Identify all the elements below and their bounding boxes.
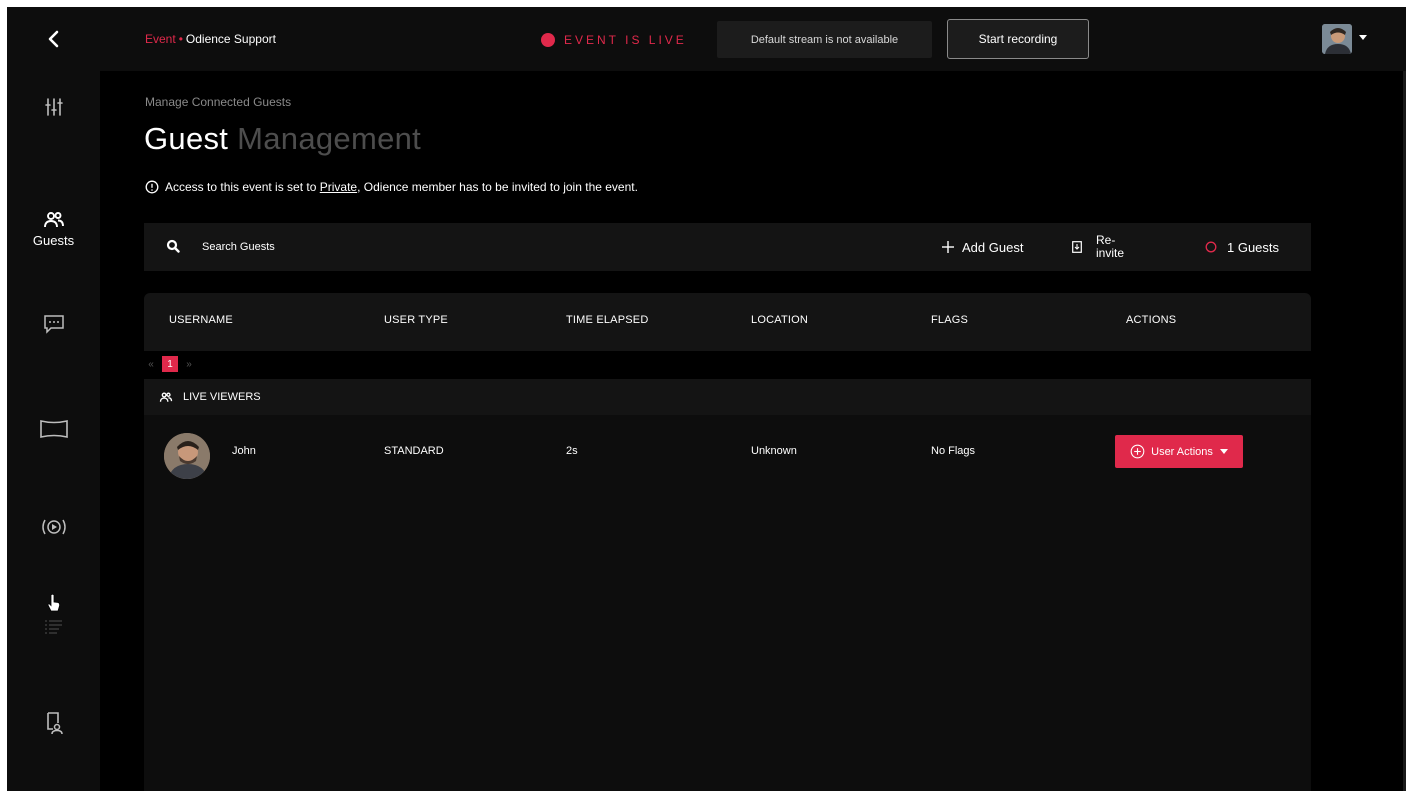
- search-icon: [166, 239, 180, 258]
- caret-down-icon[interactable]: [1359, 35, 1367, 40]
- plus-circle-icon: [1130, 444, 1145, 459]
- page-subtitle: Manage Connected Guests: [145, 95, 292, 109]
- page-title-primary: Guest: [144, 121, 229, 156]
- chat-icon: [43, 315, 64, 334]
- guest-username: John: [232, 445, 256, 457]
- plus-icon: [942, 241, 954, 253]
- main-content: Manage Connected Guests Guest Management…: [100, 71, 1406, 791]
- pagination-next[interactable]: »: [182, 359, 196, 370]
- reinvite-label: Re-invite: [1096, 233, 1125, 260]
- search-input[interactable]: [202, 237, 502, 257]
- group-header-live-viewers: LIVE VIEWERS: [144, 379, 1311, 415]
- users-icon: [43, 212, 64, 228]
- notice-text-before: Access to this event is set to: [165, 180, 317, 194]
- reinvite-icon: [1072, 241, 1082, 253]
- group-label: LIVE VIEWERS: [183, 391, 261, 403]
- sidebar-item-label: Guests: [32, 233, 75, 248]
- sidebar-item-chat[interactable]: [7, 314, 100, 334]
- pagination: « 1 »: [144, 353, 196, 375]
- notice-text-after: , Odience member has to be invited to jo…: [357, 180, 638, 194]
- caret-down-icon: [1219, 449, 1228, 454]
- privacy-setting-link[interactable]: Private: [320, 179, 357, 195]
- user-actions-label: User Actions: [1151, 445, 1213, 458]
- guest-location: Unknown: [751, 445, 797, 457]
- sidebar-item-device[interactable]: [7, 711, 100, 735]
- column-header-actions: ACTIONS: [1126, 314, 1177, 326]
- sidebar: Guests: [7, 71, 100, 791]
- page-title-secondary: Management: [237, 121, 422, 156]
- user-actions-button[interactable]: User Actions: [1115, 435, 1243, 468]
- guest-avatar: [164, 433, 210, 479]
- guest-user-type: STANDARD: [384, 445, 444, 457]
- broadcast-icon: [41, 519, 66, 535]
- sidebar-item-controls[interactable]: [7, 97, 100, 117]
- breadcrumb: Event • Odience Support: [145, 31, 276, 47]
- column-header-username[interactable]: USERNAME: [169, 314, 233, 326]
- user-avatar[interactable]: [1322, 24, 1352, 54]
- guest-avatar-image: [164, 433, 210, 479]
- live-indicator-dot: [541, 33, 555, 47]
- guest-time-elapsed: 2s: [566, 445, 578, 457]
- start-recording-button[interactable]: Start recording: [947, 19, 1089, 59]
- breadcrumb-separator: •: [178, 32, 183, 46]
- page-title: Guest Management: [144, 119, 421, 159]
- sidebar-item-screens[interactable]: [7, 419, 100, 439]
- status-circle-icon: [1205, 241, 1217, 253]
- privacy-notice: Access to this event is set to Private, …: [145, 179, 638, 195]
- guest-count: 1 Guests: [1205, 237, 1279, 257]
- reinvite-button[interactable]: Re-invite: [1072, 231, 1136, 263]
- app-window: Event • Odience Support EVENT IS LIVE Defa…: [7, 7, 1406, 791]
- info-circle-icon: [145, 180, 159, 194]
- column-header-time-elapsed[interactable]: TIME ELAPSED: [566, 314, 648, 326]
- pagination-prev[interactable]: «: [144, 359, 158, 370]
- column-header-flags[interactable]: FLAGS: [931, 314, 968, 326]
- column-header-location[interactable]: LOCATION: [751, 314, 808, 326]
- add-guest-button[interactable]: Add Guest: [941, 237, 1023, 257]
- table-header: USERNAME USER TYPE TIME ELAPSED LOCATION…: [144, 293, 1311, 351]
- scrollbar-track[interactable]: [1403, 71, 1406, 791]
- guest-count-label: 1 Guests: [1227, 239, 1280, 255]
- column-header-user-type[interactable]: USER TYPE: [384, 314, 448, 326]
- screen-icon: [39, 419, 68, 439]
- sidebar-item-list[interactable]: [7, 593, 100, 635]
- breadcrumb-event[interactable]: Event: [145, 32, 176, 46]
- add-guest-label: Add Guest: [962, 239, 1024, 255]
- stream-status-badge: Default stream is not available: [717, 21, 932, 58]
- list-icon: [44, 620, 62, 634]
- hand-pointer-icon: [47, 593, 60, 612]
- sliders-icon: [44, 98, 63, 116]
- pagination-page-1[interactable]: 1: [162, 356, 178, 372]
- sidebar-item-broadcast[interactable]: [7, 517, 100, 537]
- table-body: John STANDARD 2s Unknown No Flags User A…: [144, 415, 1311, 791]
- chevron-left-icon: [48, 30, 59, 48]
- breadcrumb-page: Odience Support: [185, 32, 276, 46]
- table-row: John STANDARD 2s Unknown No Flags User A…: [144, 415, 1311, 491]
- back-button[interactable]: [39, 21, 69, 57]
- guests-toolbar: Add Guest Re-invite 1 Guests: [144, 223, 1311, 271]
- device-icon: [46, 712, 63, 735]
- user-avatar-image: [1322, 24, 1352, 54]
- live-status-text: EVENT IS LIVE: [564, 33, 687, 47]
- users-icon: [159, 392, 173, 402]
- top-bar: Event • Odience Support EVENT IS LIVE Defa…: [7, 7, 1406, 71]
- guest-flags: No Flags: [931, 445, 976, 457]
- sidebar-item-guests[interactable]: Guests: [7, 211, 100, 248]
